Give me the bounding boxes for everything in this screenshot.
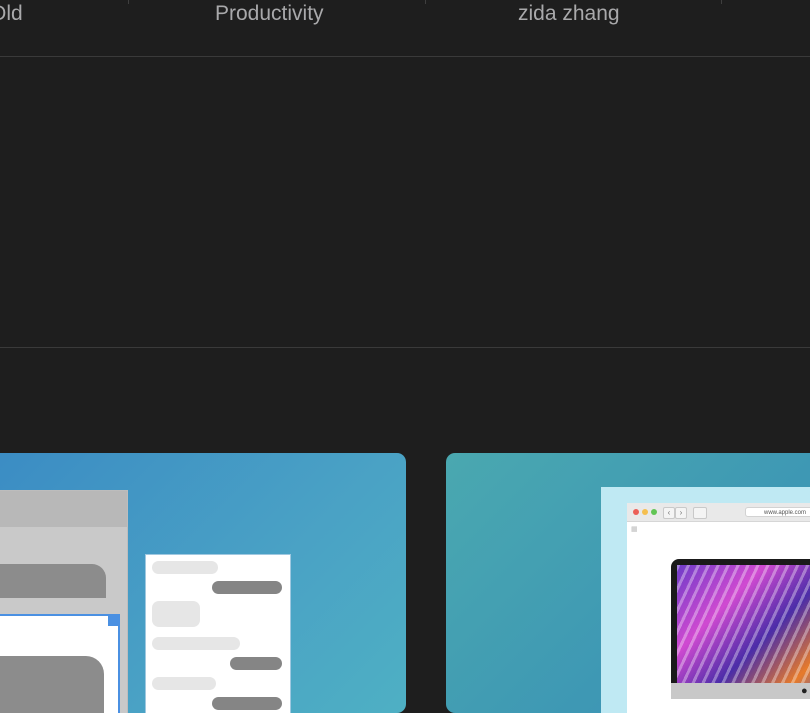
tab-separator [425, 0, 426, 4]
apple-logo-icon: ● [801, 685, 808, 697]
selection-handle-icon [108, 614, 118, 626]
minimize-dot-icon [642, 509, 648, 515]
forward-icon: › [675, 507, 687, 519]
tab-bar: Old Productivity zida zhang [0, 0, 810, 57]
mock-window-titlebar [0, 491, 127, 527]
tab-zida-zhang-label: zida zhang [518, 2, 620, 25]
mock-chat-window [146, 555, 290, 713]
preview-card-windows[interactable] [0, 453, 406, 713]
imac-chin [671, 683, 810, 699]
mock-chat-bubble-outgoing [212, 581, 282, 594]
sidebar-icon [693, 507, 707, 519]
grid-icon: ▦ [631, 526, 638, 533]
mock-chat-bubble-incoming [152, 677, 216, 690]
imac-image: ● [671, 559, 810, 699]
back-icon: ‹ [663, 507, 675, 519]
mock-selected-pane [0, 614, 120, 713]
mock-safari-toolbar: ‹ › www.apple.com [627, 503, 810, 522]
section-divider [0, 347, 810, 348]
mock-chat-bubble-incoming [152, 561, 218, 574]
mock-safari-window: ‹ › www.apple.com ▦ ● [627, 503, 810, 713]
tab-separator [721, 0, 722, 4]
mock-safari-frame: ‹ › www.apple.com ▦ ● [601, 487, 810, 713]
tab-zida-zhang[interactable]: zida zhang [518, 0, 620, 28]
mock-chat-bubble-outgoing [212, 697, 282, 710]
mock-url-field: www.apple.com [745, 507, 810, 517]
mock-chat-bubble-incoming [152, 637, 240, 650]
mock-placeholder-block [0, 656, 104, 713]
tab-old[interactable]: Old [0, 0, 23, 28]
tab-productivity-label: Productivity [215, 2, 324, 25]
tab-old-label: Old [0, 2, 23, 25]
tab-productivity[interactable]: Productivity [215, 0, 324, 28]
preview-card-safari[interactable]: ‹ › www.apple.com ▦ ● [446, 453, 810, 713]
mock-chat-bubble-outgoing [230, 657, 282, 670]
mock-placeholder-block [0, 564, 106, 598]
close-dot-icon [633, 509, 639, 515]
zoom-dot-icon [651, 509, 657, 515]
mock-chat-bubble-incoming [152, 601, 200, 627]
imac-screen-wallpaper [677, 565, 810, 683]
mock-window-left [0, 491, 127, 713]
tab-separator [128, 0, 129, 4]
